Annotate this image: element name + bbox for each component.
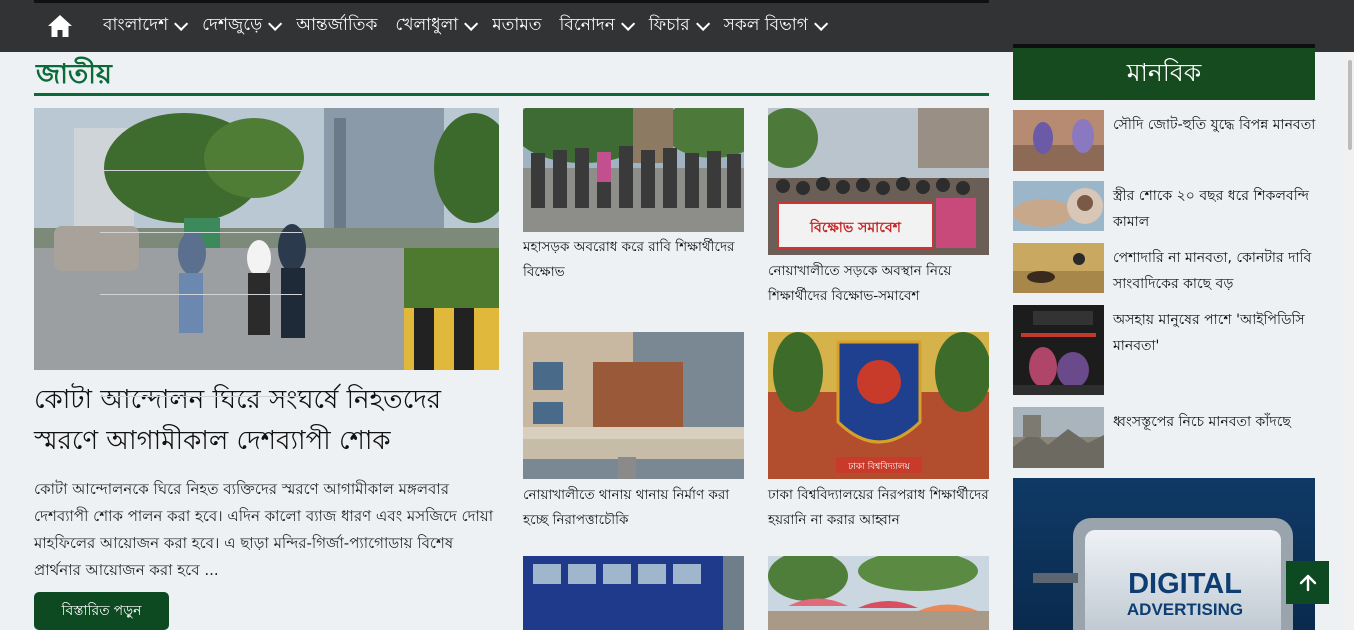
advertisement-banner[interactable]: DIGITAL ADVERTISING — [1013, 478, 1315, 630]
card-image[interactable]: ঢাকা বিশ্ববিদ্যালয় — [768, 332, 989, 479]
card-image[interactable] — [523, 108, 744, 232]
sidebar-list-item[interactable]: স্ত্রীর শোকে ২০ বছর ধরে শিকলবন্দি কামাল — [1013, 181, 1315, 231]
sidebar-list-item[interactable]: ধ্বংসস্তূপের নিচে মানবতা কাঁদছে — [1013, 407, 1315, 468]
nav-item-label: ফিচার — [648, 15, 690, 35]
chevron-down-icon — [464, 16, 479, 31]
nav-item-label: খেলাধুলা — [395, 15, 459, 35]
section-divider — [34, 93, 989, 96]
card-title[interactable]: মহাসড়ক অবরোধ করে রাবি শিক্ষার্থীদের বিক… — [523, 235, 751, 285]
nav-menu: বাংলাদেশ দেশজুড়ে আন্তর্জাতিক খেলাধুলা ম… — [103, 0, 829, 52]
nav-item-label: দেশজুড়ে — [202, 15, 263, 35]
sidebar-item-image[interactable] — [1013, 305, 1104, 395]
nav-item-all-sections[interactable]: সকল বিভাগ — [723, 12, 829, 40]
card-image[interactable] — [768, 556, 989, 630]
lead-article-image[interactable] — [34, 108, 499, 370]
sidebar-item-title[interactable]: ধ্বংসস্তূপের নিচে মানবতা কাঁদছে — [1113, 409, 1318, 435]
lead-article-summary: কোটা আন্দোলনকে ঘিরে নিহত ব্যক্তিদের স্মর… — [34, 480, 494, 579]
chevron-down-icon — [620, 16, 636, 31]
nav-item-label: মতামত — [492, 15, 542, 35]
nav-item-feature[interactable]: ফিচার — [648, 12, 710, 40]
ad-line1: DIGITAL — [1128, 568, 1242, 600]
sidebar-divider — [100, 396, 302, 397]
scrollbar-thumb[interactable] — [1348, 60, 1352, 150]
chevron-down-icon — [174, 16, 189, 31]
university-logo-text: ঢাকা বিশ্ববিদ্যালয় — [848, 462, 910, 472]
nav-item-label: বিনোদন — [559, 15, 615, 35]
sidebar-list-item[interactable]: পেশাদারি না মানবতা, কোনটার দাবি সাংবাদিক… — [1013, 243, 1315, 293]
nav-item-deshjure[interactable]: দেশজুড়ে — [202, 12, 283, 40]
ad-line2: ADVERTISING — [1126, 600, 1244, 619]
nav-item-label: আন্তর্জাতিক — [296, 15, 378, 35]
sidebar-item-image[interactable] — [1013, 407, 1104, 468]
sidebar-item-title[interactable]: স্ত্রীর শোকে ২০ বছর ধরে শিকলবন্দি কামাল — [1113, 183, 1318, 235]
sidebar-item-image[interactable] — [1013, 181, 1104, 231]
card-title[interactable]: ঢাকা বিশ্ববিদ্যালয়ের নিরপরাধ শিক্ষার্থী… — [768, 483, 996, 533]
nav-item-sports[interactable]: খেলাধুলা — [395, 12, 479, 40]
card-image[interactable]: বিক্ষোভ সমাবেশ — [768, 108, 989, 255]
sidebar-item-image[interactable] — [1013, 110, 1104, 171]
chevron-down-icon — [695, 16, 710, 31]
sidebar-item-title[interactable]: অসহায় মানুষের পাশে 'আইপিডিসি মানবতা' — [1113, 307, 1318, 359]
card-title[interactable]: নোয়াখালীতে সড়কে অবস্থান নিয়ে শিক্ষার্… — [768, 259, 996, 309]
chevron-down-icon — [268, 16, 283, 31]
nav-item-entertainment[interactable]: বিনোদন — [559, 12, 636, 40]
sidebar-divider — [100, 170, 302, 171]
sidebar-divider — [100, 232, 302, 233]
nav-item-label: সকল বিভাগ — [723, 15, 808, 35]
arrow-up-icon — [1299, 574, 1317, 592]
protest-banner-text: বিক্ষোভ সমাবেশ — [810, 220, 901, 236]
sidebar-divider — [100, 294, 302, 295]
sidebar-item-title[interactable]: সৌদি জোট-হুতি যুদ্ধে বিপন্ন মানবতা — [1113, 112, 1318, 138]
card-title[interactable]: নোয়াখালীতে থানায় থানায় নির্মাণ করা হচ… — [523, 483, 751, 533]
sidebar-item-title[interactable]: পেশাদারি না মানবতা, কোনটার দাবি সাংবাদিক… — [1113, 245, 1318, 297]
nav-item-international[interactable]: আন্তর্জাতিক — [296, 12, 377, 40]
home-icon[interactable] — [47, 14, 73, 38]
sidebar-list-item[interactable]: অসহায় মানুষের পাশে 'আইপিডিসি মানবতা' — [1013, 305, 1315, 395]
card-image[interactable] — [523, 556, 744, 630]
read-more-button[interactable]: বিস্তারিত পড়ুন — [34, 592, 169, 630]
nav-item-label: বাংলাদেশ — [103, 15, 169, 35]
chevron-down-icon — [813, 16, 829, 31]
nav-item-opinion[interactable]: মতামত — [492, 12, 541, 40]
lead-article-title[interactable]: কোটা আন্দোলন ঘিরে সংঘর্ষে নিহতদের স্মরণে… — [34, 380, 504, 462]
scroll-to-top-button[interactable] — [1286, 561, 1329, 604]
sidebar-list-item[interactable]: সৌদি জোট-হুতি যুদ্ধে বিপন্ন মানবতা — [1013, 110, 1318, 171]
card-image[interactable] — [523, 332, 744, 479]
nav-item-bangladesh[interactable]: বাংলাদেশ — [103, 12, 189, 40]
sidebar-item-image[interactable] — [1013, 243, 1104, 293]
sidebar-title[interactable]: মানবিক — [1013, 44, 1315, 100]
